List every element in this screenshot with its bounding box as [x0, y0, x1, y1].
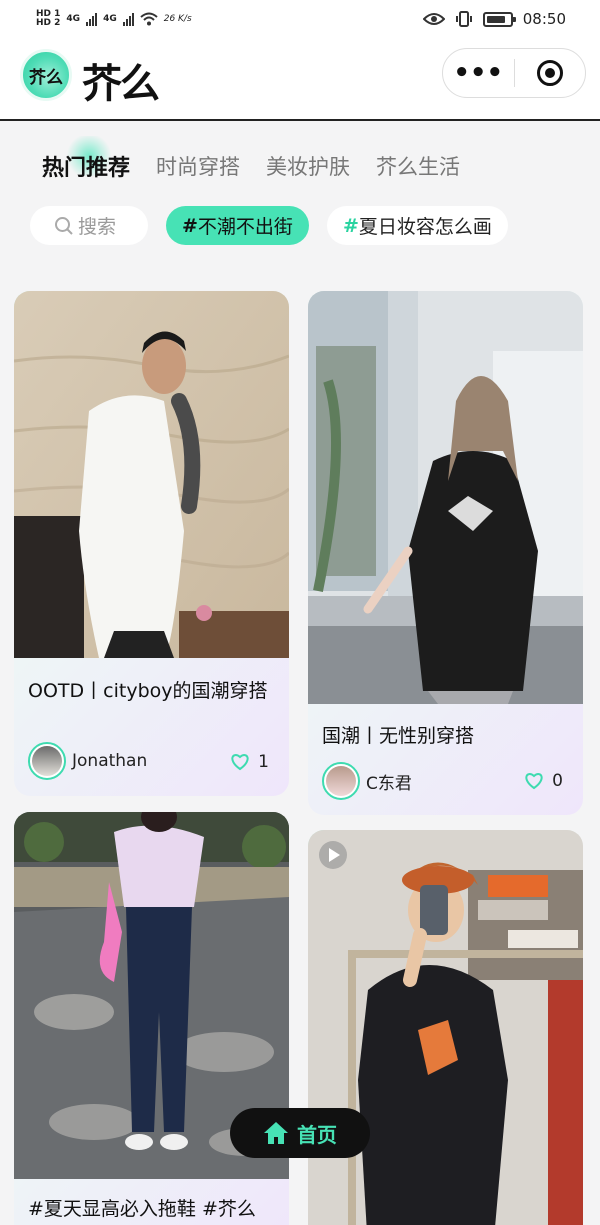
network-label-1: 4G	[66, 14, 81, 24]
heart-icon	[525, 773, 543, 790]
topic-chip[interactable]: # 不潮不出街	[166, 206, 309, 245]
app-logo-text: 芥么	[82, 61, 160, 107]
status-bar: HD 1 HD 2 4G 4G 26 K/s 08:50	[0, 0, 600, 38]
category-tabs: 热门推荐 时尚穿搭 美妆护肤 芥么生活	[42, 136, 460, 182]
more-button[interactable]: •••	[443, 49, 514, 97]
topic-chip[interactable]: # 夏日妆容怎么画	[326, 206, 508, 245]
eye-icon	[422, 13, 445, 25]
hd-indicator: HD 1 HD 2	[36, 9, 61, 28]
status-bar-left: HD 1 HD 2 4G 4G 26 K/s	[36, 10, 192, 28]
post-title[interactable]: OOTD丨cityboy的国潮穿搭	[28, 677, 275, 705]
home-button[interactable]: 首页	[230, 1108, 370, 1158]
speed-label: 26 K/s	[163, 14, 192, 24]
post-image[interactable]	[308, 291, 583, 704]
vibrate-icon	[455, 11, 472, 27]
home-icon	[264, 1122, 288, 1144]
like-count[interactable]: 0	[524, 771, 563, 791]
more-dots-icon: •••	[453, 58, 504, 88]
like-count[interactable]: 1	[230, 752, 269, 772]
post-card[interactable]	[308, 830, 583, 1225]
network-label-2: 4G	[103, 14, 117, 24]
post-card[interactable]: OOTD丨cityboy的国潮穿搭 Jonathan 1	[14, 291, 289, 796]
close-button[interactable]	[515, 49, 586, 97]
mini-program-capsule: •••	[442, 48, 586, 98]
signal-icon	[122, 12, 134, 26]
tab-hot[interactable]: 热门推荐	[42, 136, 130, 182]
avatar	[28, 742, 66, 780]
post-author[interactable]: Jonathan	[28, 742, 147, 780]
topic-chips: 搜索 # 不潮不出街 # 夏日妆容怎么画	[30, 206, 508, 245]
wifi-icon	[140, 12, 158, 26]
battery-icon	[482, 11, 516, 27]
target-icon	[536, 60, 563, 86]
signal-icon	[86, 12, 98, 26]
post-image[interactable]	[308, 830, 583, 1225]
search-icon	[55, 216, 73, 235]
app-logo-badge: 芥么	[20, 49, 72, 101]
post-card[interactable]: #夏天显高必入拖鞋 #芥么	[14, 812, 289, 1225]
post-title[interactable]: 国潮丨无性别穿搭	[322, 722, 569, 750]
avatar	[322, 762, 360, 800]
tab-life[interactable]: 芥么生活	[376, 151, 460, 181]
tab-beauty[interactable]: 美妆护肤	[266, 151, 350, 181]
post-card[interactable]: 国潮丨无性别穿搭 C东君 0	[308, 291, 583, 815]
post-image[interactable]	[14, 291, 289, 658]
status-time: 08:50	[522, 10, 566, 28]
status-bar-right: 08:50	[422, 10, 566, 28]
app-header: 芥么 芥么 •••	[0, 38, 600, 121]
tab-fashion[interactable]: 时尚穿搭	[156, 151, 240, 181]
post-author[interactable]: C东君	[322, 762, 412, 800]
heart-icon	[231, 754, 249, 771]
search-input[interactable]: 搜索	[30, 206, 148, 245]
post-title[interactable]: #夏天显高必入拖鞋 #芥么	[28, 1195, 275, 1223]
